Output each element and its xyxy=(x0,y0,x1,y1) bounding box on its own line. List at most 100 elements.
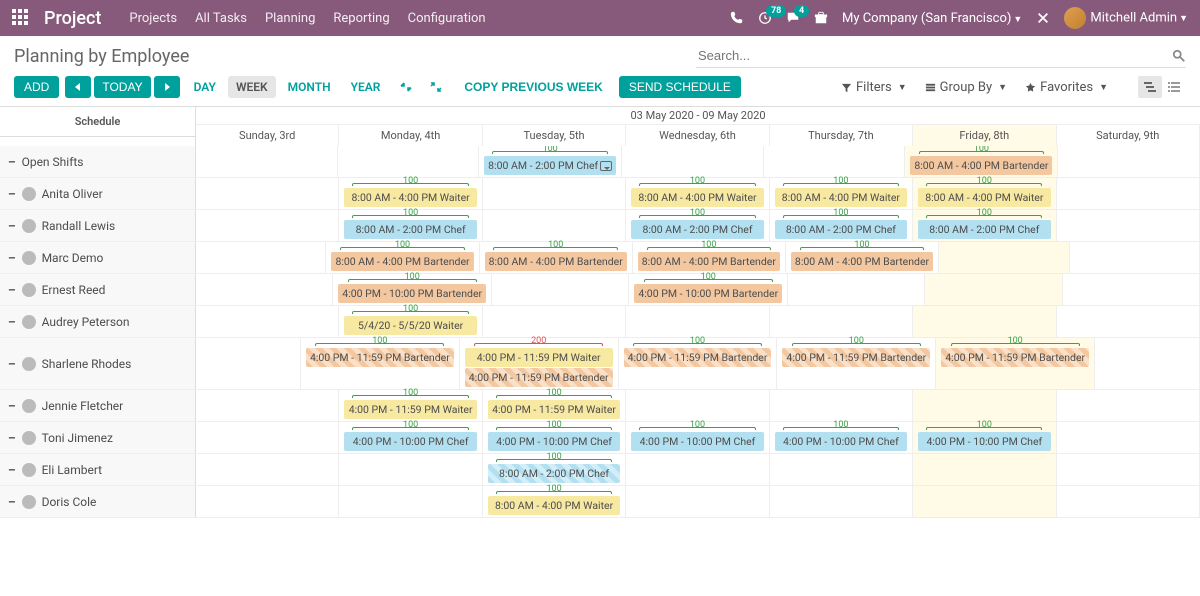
expand-all-icon[interactable] xyxy=(424,77,448,97)
gantt-cell[interactable]: 2004:00 PM - 11:59 PM Waiter4:00 PM - 11… xyxy=(460,338,619,389)
gantt-cell[interactable]: 1008:00 AM - 4:00 PM Waiter xyxy=(913,178,1056,209)
gantt-cell[interactable] xyxy=(1057,210,1200,241)
gantt-cell[interactable]: 1005/4/20 - 5/5/20 Waiter xyxy=(339,306,482,337)
shift-pill[interactable]: 8:00 AM - 4:00 PM Bartender xyxy=(485,252,627,271)
gantt-cell[interactable]: 1008:00 AM - 4:00 PM Bartender xyxy=(905,146,1058,177)
gantt-cell[interactable] xyxy=(1057,390,1200,421)
gantt-cell[interactable]: 1004:00 PM - 11:59 PM Bartender xyxy=(619,338,778,389)
gantt-cell[interactable]: 1008:00 AM - 2:00 PM Chef xyxy=(483,454,626,485)
gantt-cell[interactable] xyxy=(196,454,339,485)
row-header[interactable]: –Randall Lewis xyxy=(0,210,196,241)
gantt-cell[interactable] xyxy=(339,454,482,485)
view-list-icon[interactable] xyxy=(1162,76,1186,98)
gantt-cell[interactable] xyxy=(622,146,764,177)
gantt-cell[interactable]: 1008:00 AM - 4:00 PM Waiter xyxy=(339,178,482,209)
gantt-cell[interactable] xyxy=(913,486,1056,517)
shift-pill[interactable]: 4:00 PM - 10:00 PM Chef xyxy=(344,432,476,451)
shift-pill[interactable]: 4:00 PM - 11:59 PM Bartender xyxy=(941,348,1089,367)
gantt-cell[interactable] xyxy=(1057,454,1200,485)
today-button[interactable]: TODAY xyxy=(94,76,150,98)
groupby-dropdown[interactable]: Group By▼ xyxy=(925,80,1007,95)
gantt-cell[interactable]: 1008:00 AM - 4:00 PM Waiter xyxy=(626,178,769,209)
shift-pill[interactable]: 8:00 AM - 2:00 PM Chef xyxy=(344,220,476,239)
favorites-dropdown[interactable]: Favorites▼ xyxy=(1025,80,1108,95)
gantt-cell[interactable] xyxy=(1058,146,1200,177)
gantt-cell[interactable]: 1004:00 PM - 10:00 PM Bartender xyxy=(629,274,788,305)
gantt-cell[interactable]: 1008:00 AM - 2:00 PM Chef xyxy=(913,210,1056,241)
filters-dropdown[interactable]: Filters▼ xyxy=(841,80,907,95)
gantt-cell[interactable] xyxy=(196,422,339,453)
gantt-cell[interactable]: 1004:00 PM - 10:00 PM Chef xyxy=(339,422,482,453)
gantt-cell[interactable] xyxy=(770,486,913,517)
shift-pill[interactable]: 8:00 AM - 4:00 PM Bartender xyxy=(331,252,473,271)
collapse-toggle[interactable]: – xyxy=(8,463,16,477)
shift-pill[interactable]: 4:00 PM - 11:59 PM Bartender xyxy=(624,348,772,367)
range-day[interactable]: DAY xyxy=(186,76,224,98)
gantt-cell[interactable] xyxy=(1070,242,1200,273)
gantt-cell[interactable] xyxy=(483,210,626,241)
gantt-cell[interactable]: 1004:00 PM - 10:00 PM Chef xyxy=(770,422,913,453)
search-input[interactable] xyxy=(696,44,1172,67)
gantt-cell[interactable] xyxy=(196,486,339,517)
gantt-cell[interactable] xyxy=(196,338,301,389)
gantt-cell[interactable]: 1008:00 AM - 2:00 PM Chef xyxy=(339,210,482,241)
shift-pill[interactable]: 4:00 PM - 11:59 PM Bartender xyxy=(465,368,613,387)
row-header[interactable]: –Eli Lambert xyxy=(0,454,196,485)
gantt-cell[interactable] xyxy=(770,306,913,337)
gantt-cell[interactable] xyxy=(939,242,1069,273)
gantt-cell[interactable] xyxy=(913,306,1056,337)
gantt-cell[interactable]: 1004:00 PM - 11:59 PM Bartender xyxy=(936,338,1095,389)
gantt-cell[interactable] xyxy=(913,390,1056,421)
gantt-cell[interactable] xyxy=(626,390,769,421)
shift-pill[interactable]: 8:00 AM - 2:00 PM Chef xyxy=(631,220,763,239)
range-week[interactable]: WEEK xyxy=(228,76,276,98)
collapse-toggle[interactable]: – xyxy=(8,187,16,201)
nav-menu-all-tasks[interactable]: All Tasks xyxy=(195,11,247,26)
collapse-toggle[interactable]: – xyxy=(8,315,16,329)
gantt-cell[interactable] xyxy=(913,454,1056,485)
collapse-toggle[interactable]: – xyxy=(8,495,16,509)
copy-previous-week-button[interactable]: COPY PREVIOUS WEEK xyxy=(454,76,612,98)
activities-icon[interactable]: 78 xyxy=(758,11,772,25)
messages-icon[interactable]: 4 xyxy=(786,11,800,25)
shift-pill[interactable]: 8:00 AM - 4:00 PM Bartender xyxy=(638,252,780,271)
shift-pill[interactable]: 4:00 PM - 11:59 PM Waiter xyxy=(465,348,613,367)
debug-icon[interactable] xyxy=(1036,11,1050,25)
gantt-cell[interactable]: 1004:00 PM - 10:00 PM Chef xyxy=(483,422,626,453)
gantt-cell[interactable] xyxy=(196,178,339,209)
collapse-toggle[interactable]: – xyxy=(8,357,16,371)
gantt-cell[interactable]: 1004:00 PM - 11:59 PM Waiter xyxy=(483,390,626,421)
gantt-cell[interactable] xyxy=(196,306,339,337)
gantt-cell[interactable]: 1008:00 AM - 2:00 PM Chef xyxy=(770,210,913,241)
gantt-cell[interactable] xyxy=(196,274,333,305)
shift-pill[interactable]: 8:00 AM - 4:00 PM Waiter xyxy=(775,188,907,207)
shift-pill[interactable]: 8:00 AM - 4:00 PM Waiter xyxy=(344,188,476,207)
gantt-cell[interactable] xyxy=(196,242,326,273)
gantt-cell[interactable] xyxy=(338,146,480,177)
prev-button[interactable] xyxy=(65,76,91,98)
shift-pill[interactable]: 8:00 AM - 2:00 PM Chef xyxy=(775,220,907,239)
shift-pill[interactable]: 8:00 AM - 4:00 PM Bartender xyxy=(910,156,1052,175)
gantt-cell[interactable] xyxy=(626,486,769,517)
gantt-cell[interactable] xyxy=(626,306,769,337)
row-header[interactable]: –Ernest Reed xyxy=(0,274,196,305)
gantt-cell[interactable] xyxy=(770,454,913,485)
shift-pill[interactable]: 8:00 AM - 4:00 PM Waiter xyxy=(631,188,763,207)
company-switcher[interactable]: My Company (San Francisco)▼ xyxy=(842,11,1022,26)
gantt-cell[interactable]: 1004:00 PM - 10:00 PM Chef xyxy=(626,422,769,453)
shift-pill[interactable]: 4:00 PM - 10:00 PM Chef xyxy=(918,432,1050,451)
gantt-cell[interactable] xyxy=(196,146,338,177)
gantt-cell[interactable] xyxy=(483,178,626,209)
gantt-cell[interactable] xyxy=(1057,486,1200,517)
nav-menu-projects[interactable]: Projects xyxy=(129,11,177,26)
gantt-cell[interactable]: 1008:00 AM - 4:00 PM Bartender xyxy=(326,242,479,273)
gantt-cell[interactable] xyxy=(1063,274,1200,305)
add-button[interactable]: ADD xyxy=(14,76,59,98)
gantt-cell[interactable]: 1004:00 PM - 10:00 PM Chef xyxy=(913,422,1056,453)
gantt-cell[interactable]: 1008:00 AM - 2:00 PM Chef xyxy=(479,146,622,177)
gantt-cell[interactable] xyxy=(1095,338,1200,389)
shift-pill[interactable]: 4:00 PM - 11:59 PM Waiter xyxy=(344,400,476,419)
shift-pill[interactable]: 8:00 AM - 2:00 PM Chef xyxy=(488,464,620,483)
user-menu[interactable]: Mitchell Admin▼ xyxy=(1064,7,1188,29)
nav-menu-planning[interactable]: Planning xyxy=(265,11,315,26)
